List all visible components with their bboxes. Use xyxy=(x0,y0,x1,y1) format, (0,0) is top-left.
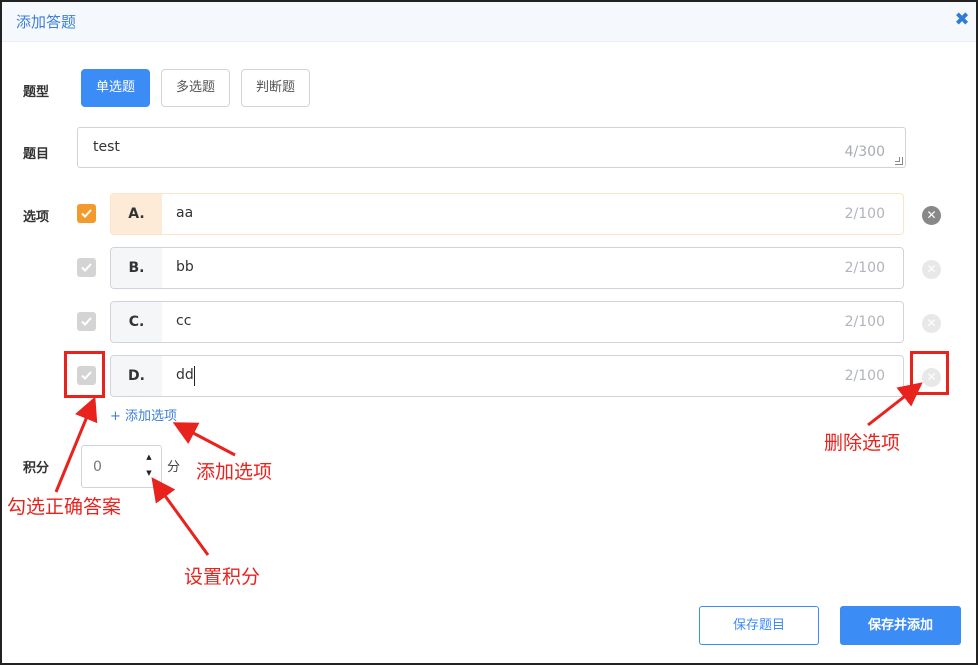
arrow-add-option xyxy=(172,422,236,457)
annotation-arrows xyxy=(54,382,923,556)
annotation-delete-option: 删除选项 xyxy=(824,432,901,454)
annotation-check-correct: 勾选正确答案 xyxy=(7,496,122,518)
arrow-delete-option xyxy=(867,382,923,427)
annotation-set-score: 设置积分 xyxy=(184,566,261,588)
arrow-set-score xyxy=(151,477,210,556)
arrow-check-correct xyxy=(54,396,98,493)
annotation-add-option: 添加选项 xyxy=(196,461,273,483)
